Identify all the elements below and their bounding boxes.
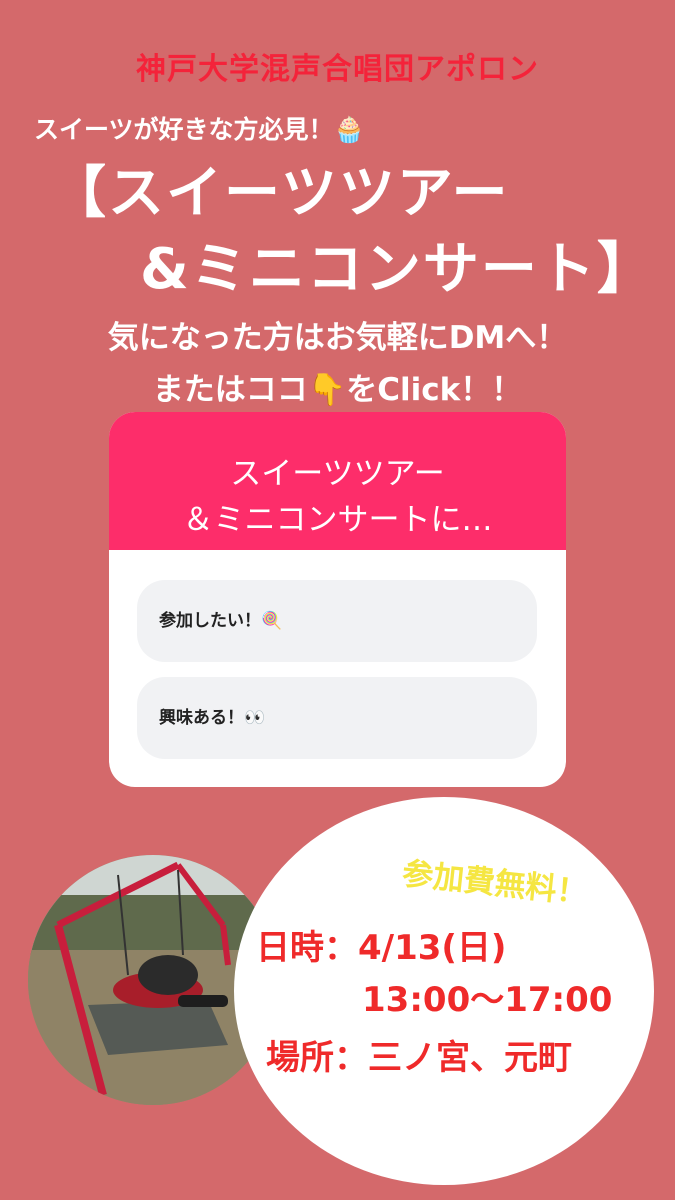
title-line-1: 【スイーツツアー [50, 161, 510, 226]
poll-option-join[interactable]: 参加したい！🍭 [137, 580, 537, 662]
poll-option-interested[interactable]: 興味ある！👀 [137, 677, 537, 759]
organization-name: 神戸大学混声合唱団アポロン [136, 52, 539, 87]
event-time: 13:00〜17:00 [362, 980, 613, 1020]
poll-card: スイーツツアー ＆ミニコンサートに… 参加したい！🍭 興味ある！👀 [109, 412, 566, 787]
dm-prompt: 気になった方はお気軽にDMへ！ [107, 320, 568, 356]
poll-header: スイーツツアー ＆ミニコンサートに… [109, 412, 566, 550]
poll-question-line-2: ＆ミニコンサートに… [182, 502, 493, 538]
event-place: 場所：三ノ宮、元町 [266, 1038, 572, 1078]
title-line-2: &ミニコンサート】 [140, 237, 655, 302]
poll-question-line-1: スイーツツアー [230, 456, 445, 492]
event-date: 日時：4/13(日) [256, 928, 507, 968]
tagline: スイーツが好きな方必見！🧁 [34, 115, 365, 144]
click-prompt: またはココ👇をClick！！ [152, 372, 523, 408]
